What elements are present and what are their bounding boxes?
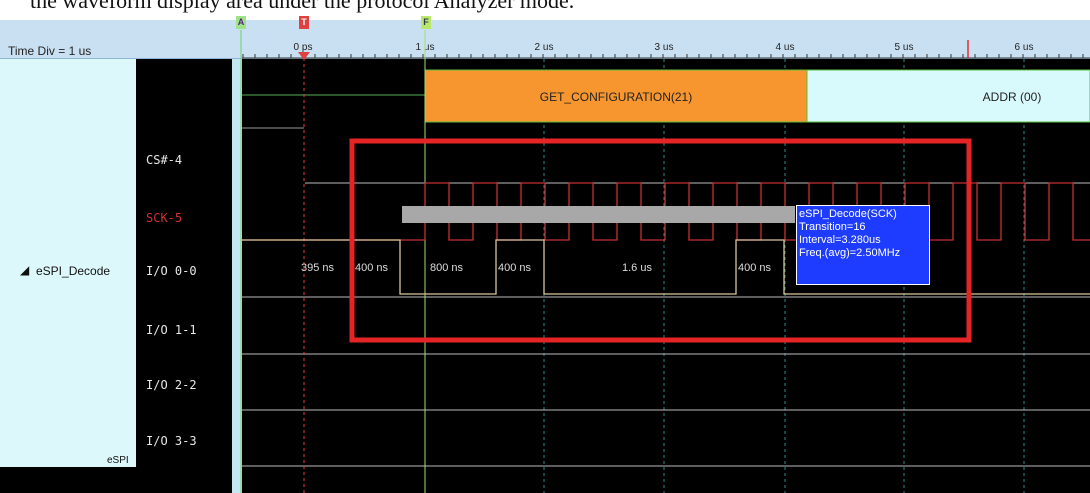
tooltip-line: Transition=16 <box>799 221 866 233</box>
tooltip-line: eSPI_Decode(SCK) <box>799 208 897 220</box>
measurement-label: 400 ns <box>355 262 389 274</box>
tooltip-line: Interval=3.280us <box>799 234 881 246</box>
measurement-bar <box>402 206 795 223</box>
decode-tooltip: eSPI_Decode(SCK) Transition=16 Interval=… <box>796 205 930 285</box>
measurement-label: 400 ns <box>498 262 532 274</box>
packet-label-addr[interactable]: ADDR (00) <box>983 90 1042 104</box>
measurement-label: 1.6 us <box>622 262 652 274</box>
packet-addr <box>806 69 1090 123</box>
packet-label-get-configuration[interactable]: GET_CONFIGURATION(21) <box>540 90 692 104</box>
tooltip-line: Freq.(avg)=2.50MHz <box>799 247 901 259</box>
measurement-label: 395 ns <box>301 262 335 274</box>
measurement-label: 400 ns <box>738 262 772 274</box>
trigger-arrow-icon <box>298 52 310 60</box>
ruler-ticks <box>242 54 1084 58</box>
measurement-label: 800 ns <box>430 262 464 274</box>
